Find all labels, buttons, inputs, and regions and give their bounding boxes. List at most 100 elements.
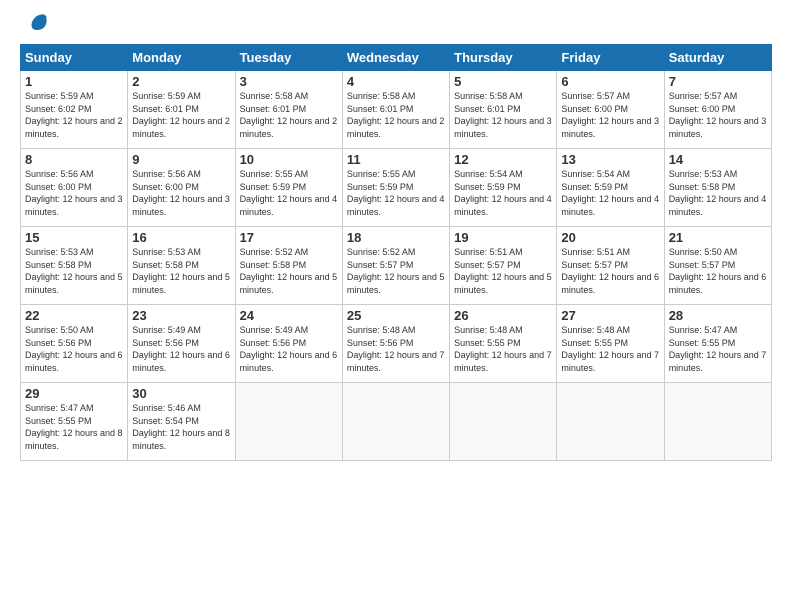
header-saturday: Saturday [664, 45, 771, 71]
table-cell-16: 16 Sunrise: 5:53 AMSunset: 5:58 PMDaylig… [128, 227, 235, 305]
table-cell-empty [342, 383, 449, 461]
day-number: 16 [132, 230, 230, 245]
table-cell-22: 22 Sunrise: 5:50 AMSunset: 5:56 PMDaylig… [21, 305, 128, 383]
day-info: Sunrise: 5:48 AMSunset: 5:56 PMDaylight:… [347, 325, 445, 373]
table-cell-empty [235, 383, 342, 461]
logo-icon [24, 8, 50, 34]
day-info: Sunrise: 5:50 AMSunset: 5:56 PMDaylight:… [25, 325, 123, 373]
day-info: Sunrise: 5:48 AMSunset: 5:55 PMDaylight:… [454, 325, 552, 373]
table-cell-11: 11 Sunrise: 5:55 AMSunset: 5:59 PMDaylig… [342, 149, 449, 227]
table-cell-4: 4 Sunrise: 5:58 AMSunset: 6:01 PMDayligh… [342, 71, 449, 149]
day-number: 28 [669, 308, 767, 323]
table-cell-26: 26 Sunrise: 5:48 AMSunset: 5:55 PMDaylig… [450, 305, 557, 383]
day-info: Sunrise: 5:53 AMSunset: 5:58 PMDaylight:… [25, 247, 123, 295]
day-info: Sunrise: 5:53 AMSunset: 5:58 PMDaylight:… [669, 169, 767, 217]
week-row-1: 1 Sunrise: 5:59 AMSunset: 6:02 PMDayligh… [21, 71, 772, 149]
table-cell-9: 9 Sunrise: 5:56 AMSunset: 6:00 PMDayligh… [128, 149, 235, 227]
table-cell-17: 17 Sunrise: 5:52 AMSunset: 5:58 PMDaylig… [235, 227, 342, 305]
table-cell-28: 28 Sunrise: 5:47 AMSunset: 5:55 PMDaylig… [664, 305, 771, 383]
day-number: 19 [454, 230, 552, 245]
day-info: Sunrise: 5:49 AMSunset: 5:56 PMDaylight:… [132, 325, 230, 373]
table-cell-23: 23 Sunrise: 5:49 AMSunset: 5:56 PMDaylig… [128, 305, 235, 383]
day-info: Sunrise: 5:58 AMSunset: 6:01 PMDaylight:… [347, 91, 445, 139]
day-number: 26 [454, 308, 552, 323]
week-row-2: 8 Sunrise: 5:56 AMSunset: 6:00 PMDayligh… [21, 149, 772, 227]
weekday-header-row: Sunday Monday Tuesday Wednesday Thursday… [21, 45, 772, 71]
table-cell-25: 25 Sunrise: 5:48 AMSunset: 5:56 PMDaylig… [342, 305, 449, 383]
day-info: Sunrise: 5:51 AMSunset: 5:57 PMDaylight:… [561, 247, 659, 295]
table-cell-20: 20 Sunrise: 5:51 AMSunset: 5:57 PMDaylig… [557, 227, 664, 305]
header-tuesday: Tuesday [235, 45, 342, 71]
day-number: 1 [25, 74, 123, 89]
day-info: Sunrise: 5:53 AMSunset: 5:58 PMDaylight:… [132, 247, 230, 295]
day-number: 3 [240, 74, 338, 89]
day-number: 23 [132, 308, 230, 323]
day-info: Sunrise: 5:59 AMSunset: 6:02 PMDaylight:… [25, 91, 123, 139]
table-cell-19: 19 Sunrise: 5:51 AMSunset: 5:57 PMDaylig… [450, 227, 557, 305]
week-row-4: 22 Sunrise: 5:50 AMSunset: 5:56 PMDaylig… [21, 305, 772, 383]
table-cell-1: 1 Sunrise: 5:59 AMSunset: 6:02 PMDayligh… [21, 71, 128, 149]
table-cell-2: 2 Sunrise: 5:59 AMSunset: 6:01 PMDayligh… [128, 71, 235, 149]
day-info: Sunrise: 5:58 AMSunset: 6:01 PMDaylight:… [240, 91, 338, 139]
day-info: Sunrise: 5:56 AMSunset: 6:00 PMDaylight:… [25, 169, 123, 217]
day-number: 6 [561, 74, 659, 89]
header-friday: Friday [557, 45, 664, 71]
day-info: Sunrise: 5:55 AMSunset: 5:59 PMDaylight:… [240, 169, 338, 217]
day-number: 21 [669, 230, 767, 245]
day-number: 12 [454, 152, 552, 167]
day-number: 27 [561, 308, 659, 323]
week-row-3: 15 Sunrise: 5:53 AMSunset: 5:58 PMDaylig… [21, 227, 772, 305]
day-number: 24 [240, 308, 338, 323]
day-info: Sunrise: 5:50 AMSunset: 5:57 PMDaylight:… [669, 247, 767, 295]
header-thursday: Thursday [450, 45, 557, 71]
day-info: Sunrise: 5:51 AMSunset: 5:57 PMDaylight:… [454, 247, 552, 295]
table-cell-24: 24 Sunrise: 5:49 AMSunset: 5:56 PMDaylig… [235, 305, 342, 383]
day-number: 22 [25, 308, 123, 323]
table-cell-12: 12 Sunrise: 5:54 AMSunset: 5:59 PMDaylig… [450, 149, 557, 227]
table-cell-3: 3 Sunrise: 5:58 AMSunset: 6:01 PMDayligh… [235, 71, 342, 149]
table-cell-21: 21 Sunrise: 5:50 AMSunset: 5:57 PMDaylig… [664, 227, 771, 305]
table-cell-empty [557, 383, 664, 461]
day-info: Sunrise: 5:54 AMSunset: 5:59 PMDaylight:… [454, 169, 552, 217]
day-number: 4 [347, 74, 445, 89]
day-info: Sunrise: 5:54 AMSunset: 5:59 PMDaylight:… [561, 169, 659, 217]
day-number: 15 [25, 230, 123, 245]
day-number: 8 [25, 152, 123, 167]
day-number: 7 [669, 74, 767, 89]
table-cell-10: 10 Sunrise: 5:55 AMSunset: 5:59 PMDaylig… [235, 149, 342, 227]
page: Sunday Monday Tuesday Wednesday Thursday… [0, 0, 792, 612]
table-cell-13: 13 Sunrise: 5:54 AMSunset: 5:59 PMDaylig… [557, 149, 664, 227]
header [20, 16, 772, 34]
table-cell-15: 15 Sunrise: 5:53 AMSunset: 5:58 PMDaylig… [21, 227, 128, 305]
table-cell-empty [664, 383, 771, 461]
day-info: Sunrise: 5:55 AMSunset: 5:59 PMDaylight:… [347, 169, 445, 217]
day-number: 20 [561, 230, 659, 245]
day-info: Sunrise: 5:57 AMSunset: 6:00 PMDaylight:… [669, 91, 767, 139]
day-number: 18 [347, 230, 445, 245]
day-info: Sunrise: 5:57 AMSunset: 6:00 PMDaylight:… [561, 91, 659, 139]
table-cell-empty [450, 383, 557, 461]
table-cell-6: 6 Sunrise: 5:57 AMSunset: 6:00 PMDayligh… [557, 71, 664, 149]
table-cell-29: 29 Sunrise: 5:47 AMSunset: 5:55 PMDaylig… [21, 383, 128, 461]
header-sunday: Sunday [21, 45, 128, 71]
day-info: Sunrise: 5:56 AMSunset: 6:00 PMDaylight:… [132, 169, 230, 217]
day-number: 29 [25, 386, 123, 401]
day-number: 14 [669, 152, 767, 167]
table-cell-18: 18 Sunrise: 5:52 AMSunset: 5:57 PMDaylig… [342, 227, 449, 305]
day-info: Sunrise: 5:47 AMSunset: 5:55 PMDaylight:… [25, 403, 123, 451]
day-number: 9 [132, 152, 230, 167]
table-cell-27: 27 Sunrise: 5:48 AMSunset: 5:55 PMDaylig… [557, 305, 664, 383]
day-info: Sunrise: 5:52 AMSunset: 5:58 PMDaylight:… [240, 247, 338, 295]
header-wednesday: Wednesday [342, 45, 449, 71]
day-info: Sunrise: 5:48 AMSunset: 5:55 PMDaylight:… [561, 325, 659, 373]
day-info: Sunrise: 5:58 AMSunset: 6:01 PMDaylight:… [454, 91, 552, 139]
table-cell-30: 30 Sunrise: 5:46 AMSunset: 5:54 PMDaylig… [128, 383, 235, 461]
table-cell-8: 8 Sunrise: 5:56 AMSunset: 6:00 PMDayligh… [21, 149, 128, 227]
day-info: Sunrise: 5:47 AMSunset: 5:55 PMDaylight:… [669, 325, 767, 373]
day-info: Sunrise: 5:46 AMSunset: 5:54 PMDaylight:… [132, 403, 230, 451]
day-info: Sunrise: 5:49 AMSunset: 5:56 PMDaylight:… [240, 325, 338, 373]
day-number: 13 [561, 152, 659, 167]
week-row-5: 29 Sunrise: 5:47 AMSunset: 5:55 PMDaylig… [21, 383, 772, 461]
day-number: 2 [132, 74, 230, 89]
table-cell-7: 7 Sunrise: 5:57 AMSunset: 6:00 PMDayligh… [664, 71, 771, 149]
